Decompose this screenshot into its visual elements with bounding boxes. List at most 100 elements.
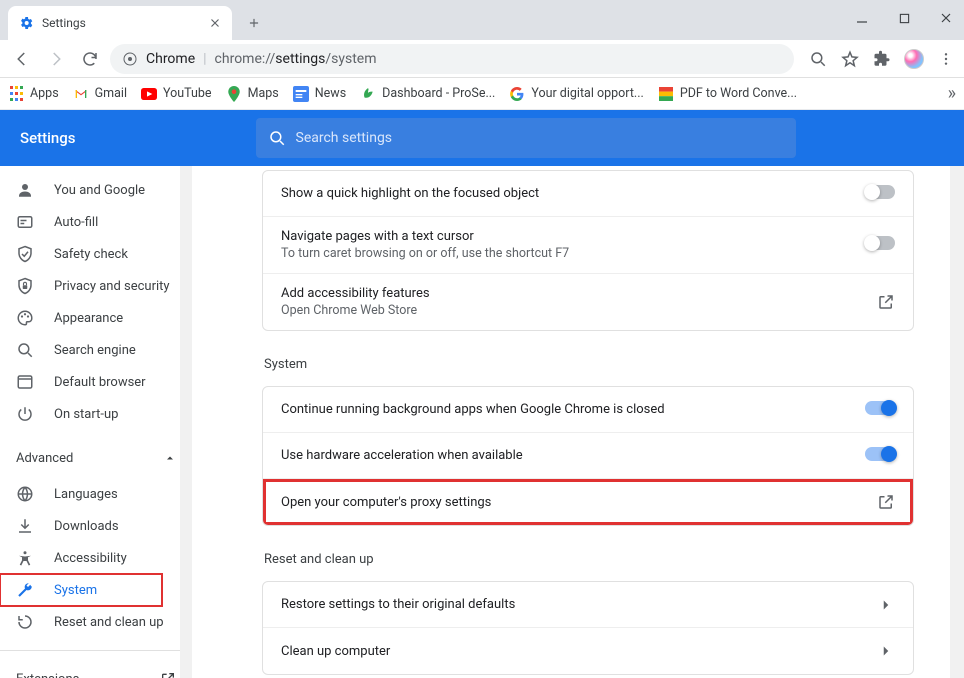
bookmark-maps[interactable]: Maps	[226, 86, 279, 102]
sidebar-item-safety-check[interactable]: Safety check	[0, 238, 192, 270]
address-bar[interactable]: Chrome | chrome://settings/system	[110, 44, 794, 74]
shield-lock-icon	[16, 277, 34, 295]
minimize-button[interactable]	[850, 6, 874, 30]
settings-main-panel: Show a quick highlight on the focused ob…	[192, 166, 964, 678]
palette-icon	[16, 309, 34, 327]
sidebar-item-default-browser[interactable]: Default browser	[0, 366, 192, 398]
close-window-button[interactable]	[934, 6, 958, 30]
row-focus-highlight[interactable]: Show a quick highlight on the focused ob…	[263, 171, 913, 217]
new-tab-button[interactable]	[240, 9, 268, 37]
search-icon	[268, 129, 286, 147]
extensions-puzzle-icon[interactable]	[872, 49, 892, 69]
sidebar-item-accessibility[interactable]: Accessibility	[0, 542, 192, 574]
google-g-icon	[509, 86, 525, 102]
forward-button[interactable]	[42, 45, 70, 73]
window-titlebar: Settings	[0, 0, 964, 40]
sidebar-item-system[interactable]: System	[0, 574, 162, 606]
leaf-icon	[360, 86, 376, 102]
browser-toolbar: Chrome | chrome://settings/system	[0, 40, 964, 78]
toggle-focus-highlight[interactable]	[865, 185, 895, 199]
sidebar-extensions-link[interactable]: Extensions	[0, 659, 192, 678]
row-caret-browsing[interactable]: Navigate pages with a text cursor To tur…	[263, 217, 913, 274]
settings-gear-icon	[18, 15, 34, 31]
bookmark-dashboard[interactable]: Dashboard - ProSe...	[360, 86, 495, 102]
launch-icon	[877, 493, 895, 511]
row-add-accessibility[interactable]: Add accessibility features Open Chrome W…	[263, 274, 913, 330]
apps-grid-icon	[8, 86, 24, 102]
autofill-icon	[16, 213, 34, 231]
sidebar-scrollbar-thumb[interactable]	[180, 166, 192, 366]
maps-pin-icon	[226, 86, 242, 102]
zoom-icon[interactable]	[808, 49, 828, 69]
page-title: Settings	[20, 129, 76, 147]
toggle-background-apps[interactable]	[865, 401, 895, 415]
system-card: Continue running background apps when Go…	[262, 386, 914, 526]
person-icon	[16, 181, 34, 199]
sidebar-advanced-toggle[interactable]: Advanced	[0, 438, 192, 478]
section-title-system: System	[264, 357, 914, 372]
maximize-button[interactable]	[892, 6, 916, 30]
close-tab-icon[interactable]	[208, 16, 222, 30]
sidebar-item-reset[interactable]: Reset and clean up	[0, 606, 192, 638]
power-icon	[16, 405, 34, 423]
bookmark-gmail[interactable]: Gmail	[73, 86, 127, 102]
back-button[interactable]	[8, 45, 36, 73]
bookmark-digital[interactable]: Your digital opport...	[509, 86, 643, 102]
search-settings-icon	[16, 341, 34, 359]
settings-search-box[interactable]	[256, 118, 796, 158]
gmail-icon	[73, 86, 89, 102]
main-scrollbar-thumb[interactable]	[950, 576, 964, 666]
sidebar-item-downloads[interactable]: Downloads	[0, 510, 192, 542]
accessibility-card: Show a quick highlight on the focused ob…	[262, 170, 914, 331]
site-info-icon	[122, 51, 138, 67]
row-proxy-settings[interactable]: Open your computer's proxy settings	[263, 479, 913, 525]
bookmark-pdf[interactable]: PDF to Word Conve...	[658, 86, 797, 102]
profile-avatar[interactable]	[904, 49, 924, 69]
shield-check-icon	[16, 245, 34, 263]
launch-icon	[877, 293, 895, 311]
accessibility-icon	[16, 549, 34, 567]
settings-sidebar: You and Google Auto-fill Safety check Pr…	[0, 166, 192, 678]
restore-icon	[16, 613, 34, 631]
rainbow-doc-icon	[658, 86, 674, 102]
news-icon	[293, 86, 309, 102]
browser-tab[interactable]: Settings	[8, 6, 232, 40]
row-restore-defaults[interactable]: Restore settings to their original defau…	[263, 582, 913, 628]
chrome-menu-button[interactable]	[936, 49, 956, 69]
chevron-up-icon	[164, 452, 176, 464]
reset-card: Restore settings to their original defau…	[262, 581, 914, 675]
youtube-icon	[141, 86, 157, 102]
omnibox-label: Chrome	[146, 51, 195, 67]
bookmark-youtube[interactable]: YouTube	[141, 86, 212, 102]
bookmark-apps[interactable]: Apps	[8, 86, 59, 102]
toggle-hardware-accel[interactable]	[865, 447, 895, 461]
chevron-right-icon	[877, 642, 895, 660]
bookmarks-overflow-button[interactable]: »	[948, 83, 956, 104]
bookmarks-bar: Apps Gmail YouTube Maps News Dashboard -…	[0, 78, 964, 110]
download-icon	[16, 517, 34, 535]
settings-header: Settings	[0, 110, 964, 166]
sidebar-item-languages[interactable]: Languages	[0, 478, 192, 510]
sidebar-item-you-and-google[interactable]: You and Google	[0, 174, 192, 206]
toggle-caret-browsing[interactable]	[865, 236, 895, 250]
globe-icon	[16, 485, 34, 503]
sidebar-item-on-startup[interactable]: On start-up	[0, 398, 192, 430]
row-background-apps[interactable]: Continue running background apps when Go…	[263, 387, 913, 433]
reload-button[interactable]	[76, 45, 104, 73]
browser-icon	[16, 373, 34, 391]
chevron-right-icon	[877, 596, 895, 614]
sidebar-item-autofill[interactable]: Auto-fill	[0, 206, 192, 238]
row-clean-up[interactable]: Clean up computer	[263, 628, 913, 674]
sidebar-item-privacy[interactable]: Privacy and security	[0, 270, 192, 302]
bookmark-star-icon[interactable]	[840, 49, 860, 69]
sidebar-item-search-engine[interactable]: Search engine	[0, 334, 192, 366]
row-hardware-accel[interactable]: Use hardware acceleration when available	[263, 433, 913, 479]
tab-title: Settings	[42, 16, 200, 30]
launch-icon	[160, 671, 176, 678]
bookmark-news[interactable]: News	[293, 86, 346, 102]
sidebar-item-appearance[interactable]: Appearance	[0, 302, 192, 334]
section-title-reset: Reset and clean up	[264, 552, 914, 567]
settings-search-input[interactable]	[296, 130, 784, 146]
window-controls	[850, 6, 958, 30]
wrench-icon	[16, 581, 34, 599]
